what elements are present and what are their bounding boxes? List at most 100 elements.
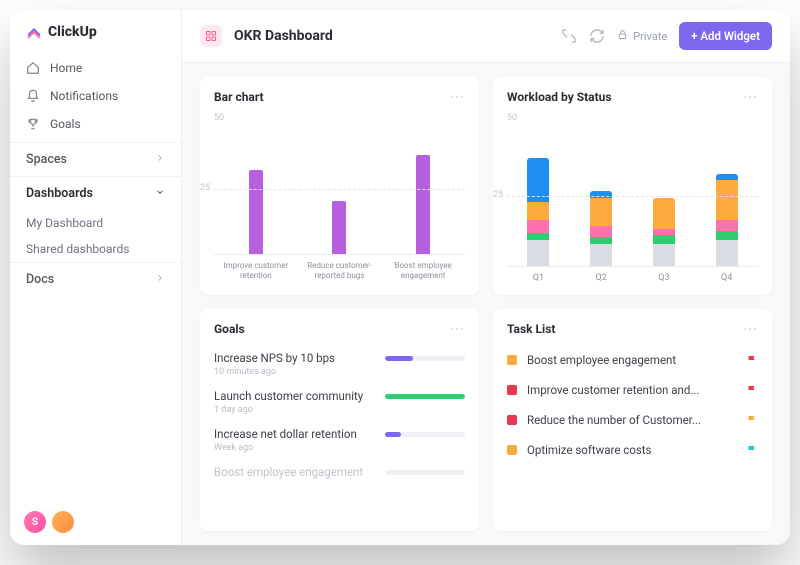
- sidebar-item-notifications[interactable]: Notifications: [10, 82, 181, 110]
- stacked-bar[interactable]: [527, 158, 549, 266]
- widget-bar-chart: Bar chart ⋯ 50 25 Improve customer reten…: [200, 77, 479, 295]
- sidebar-item-label: Home: [50, 61, 82, 75]
- progress-bar: [385, 394, 465, 399]
- more-icon[interactable]: ⋯: [450, 321, 465, 337]
- task-row[interactable]: Boost employee engagement: [507, 345, 758, 375]
- sidebar-item-home[interactable]: Home: [10, 54, 181, 82]
- stack-segment: [527, 202, 549, 220]
- sidebar-section-dashboards[interactable]: Dashboards: [10, 176, 181, 210]
- sidebar-footer: S: [10, 499, 181, 545]
- goal-row[interactable]: Increase NPS by 10 bps 10 minutes ago: [214, 345, 465, 383]
- stack-segment: [716, 220, 738, 231]
- task-row[interactable]: Improve customer retention and...: [507, 375, 758, 405]
- bar-category-label: Improve customer retention: [221, 261, 291, 283]
- task-row[interactable]: Optimize software costs: [507, 435, 758, 465]
- task-name: Boost employee engagement: [527, 353, 676, 367]
- refresh-icon[interactable]: [589, 28, 605, 44]
- sidebar-item-label: Goals: [50, 117, 81, 131]
- y-tick: 50: [507, 113, 758, 123]
- progress-bar: [385, 432, 465, 437]
- stacked-bar[interactable]: [653, 198, 675, 266]
- sidebar-item-goals[interactable]: Goals: [10, 110, 181, 138]
- task-row[interactable]: Reduce the number of Customer...: [507, 405, 758, 435]
- brand-logo[interactable]: ClickUp: [10, 10, 181, 50]
- widget-workload: Workload by Status ⋯ 50 25 Q1Q2Q3Q4: [493, 77, 772, 295]
- avatar[interactable]: [52, 511, 74, 533]
- goal-timestamp: Week ago: [214, 443, 465, 453]
- widget-goals: Goals ⋯ Increase NPS by 10 bps10 minutes…: [200, 309, 479, 531]
- chevron-down-icon: [155, 186, 165, 201]
- lock-icon: [617, 29, 628, 43]
- y-tick: 50: [214, 113, 465, 123]
- stack-category-label: Q1: [518, 273, 558, 283]
- bar[interactable]: [332, 201, 346, 254]
- stacked-plot-area: 25: [507, 125, 758, 267]
- sidebar-item-shared-dashboards[interactable]: Shared dashboards: [10, 236, 181, 262]
- chevron-right-icon: [155, 152, 165, 167]
- goal-timestamp: 10 minutes ago: [214, 367, 465, 377]
- add-widget-button[interactable]: + Add Widget: [679, 22, 772, 50]
- privacy-label: Private: [633, 30, 667, 43]
- bar[interactable]: [416, 155, 430, 254]
- task-list: Boost employee engagement Improve custome…: [507, 345, 758, 465]
- stack-category-label: Q3: [644, 273, 684, 283]
- widget-task-list: Task List ⋯ Boost employee engagement Imp…: [493, 309, 772, 531]
- goal-name: Boost employee engagement: [214, 465, 363, 479]
- brand-name: ClickUp: [48, 24, 97, 40]
- sidebar-section-docs[interactable]: Docs: [10, 262, 181, 296]
- widget-title: Task List: [507, 322, 555, 336]
- bar-chart-body: 50 25 Improve customer retention Reduce c…: [214, 113, 465, 283]
- sidebar: ClickUp Home Notifications Goals Spaces …: [10, 10, 182, 545]
- goal-name: Increase net dollar retention: [214, 427, 357, 441]
- page-title: OKR Dashboard: [234, 28, 333, 44]
- sidebar-primary-nav: Home Notifications Goals: [10, 50, 181, 142]
- stacked-bar[interactable]: [590, 191, 612, 266]
- stack-segment: [716, 240, 738, 266]
- sidebar-section-spaces[interactable]: Spaces: [10, 142, 181, 176]
- status-square-icon: [507, 355, 517, 365]
- goal-row[interactable]: Boost employee engagement: [214, 459, 465, 487]
- widget-title: Workload by Status: [507, 90, 612, 104]
- bar-category-label: Reduce customer-reported bugs: [304, 261, 374, 283]
- flag-icon[interactable]: [746, 354, 758, 366]
- stack-segment: [527, 233, 549, 240]
- goals-list: Increase NPS by 10 bps 10 minutes ago Laun…: [214, 345, 465, 487]
- flag-icon[interactable]: [746, 384, 758, 396]
- widget-title: Bar chart: [214, 90, 264, 104]
- bar-category-label: Boost employee engagement: [388, 261, 458, 283]
- sidebar-item-my-dashboard[interactable]: My Dashboard: [10, 210, 181, 236]
- status-square-icon: [507, 415, 517, 425]
- clickup-logo-icon: [26, 24, 42, 40]
- dashboard-icon: [200, 25, 222, 47]
- stack-segment: [590, 226, 612, 237]
- more-icon[interactable]: ⋯: [743, 321, 758, 337]
- y-tick: 25: [493, 190, 503, 200]
- app-window: ClickUp Home Notifications Goals Spaces …: [10, 10, 790, 545]
- task-name: Reduce the number of Customer...: [527, 413, 701, 427]
- stack-category-label: Q2: [581, 273, 621, 283]
- goal-row[interactable]: Launch customer community1 day ago: [214, 383, 465, 421]
- y-tick: 25: [200, 183, 210, 193]
- home-icon: [26, 61, 40, 75]
- sidebar-item-label: Notifications: [50, 89, 118, 103]
- stack-segment: [590, 198, 612, 227]
- avatar[interactable]: S: [24, 511, 46, 533]
- bar-plot-area: 25: [214, 123, 465, 255]
- bar[interactable]: [249, 170, 263, 254]
- flag-icon[interactable]: [746, 444, 758, 456]
- stack-segment: [716, 180, 738, 220]
- goal-name: Increase NPS by 10 bps: [214, 351, 335, 365]
- bell-icon: [26, 89, 40, 103]
- more-icon[interactable]: ⋯: [743, 89, 758, 105]
- privacy-indicator[interactable]: Private: [617, 29, 667, 43]
- widget-grid: Bar chart ⋯ 50 25 Improve customer reten…: [182, 63, 790, 545]
- stacked-bar[interactable]: [716, 174, 738, 266]
- stack-segment: [653, 229, 675, 236]
- more-icon[interactable]: ⋯: [450, 89, 465, 105]
- task-name: Optimize software costs: [527, 443, 651, 457]
- expand-icon[interactable]: [561, 28, 577, 44]
- stack-segment: [527, 220, 549, 233]
- flag-icon[interactable]: [746, 414, 758, 426]
- goal-row[interactable]: Increase net dollar retention Week ago: [214, 421, 465, 459]
- trophy-icon: [26, 117, 40, 131]
